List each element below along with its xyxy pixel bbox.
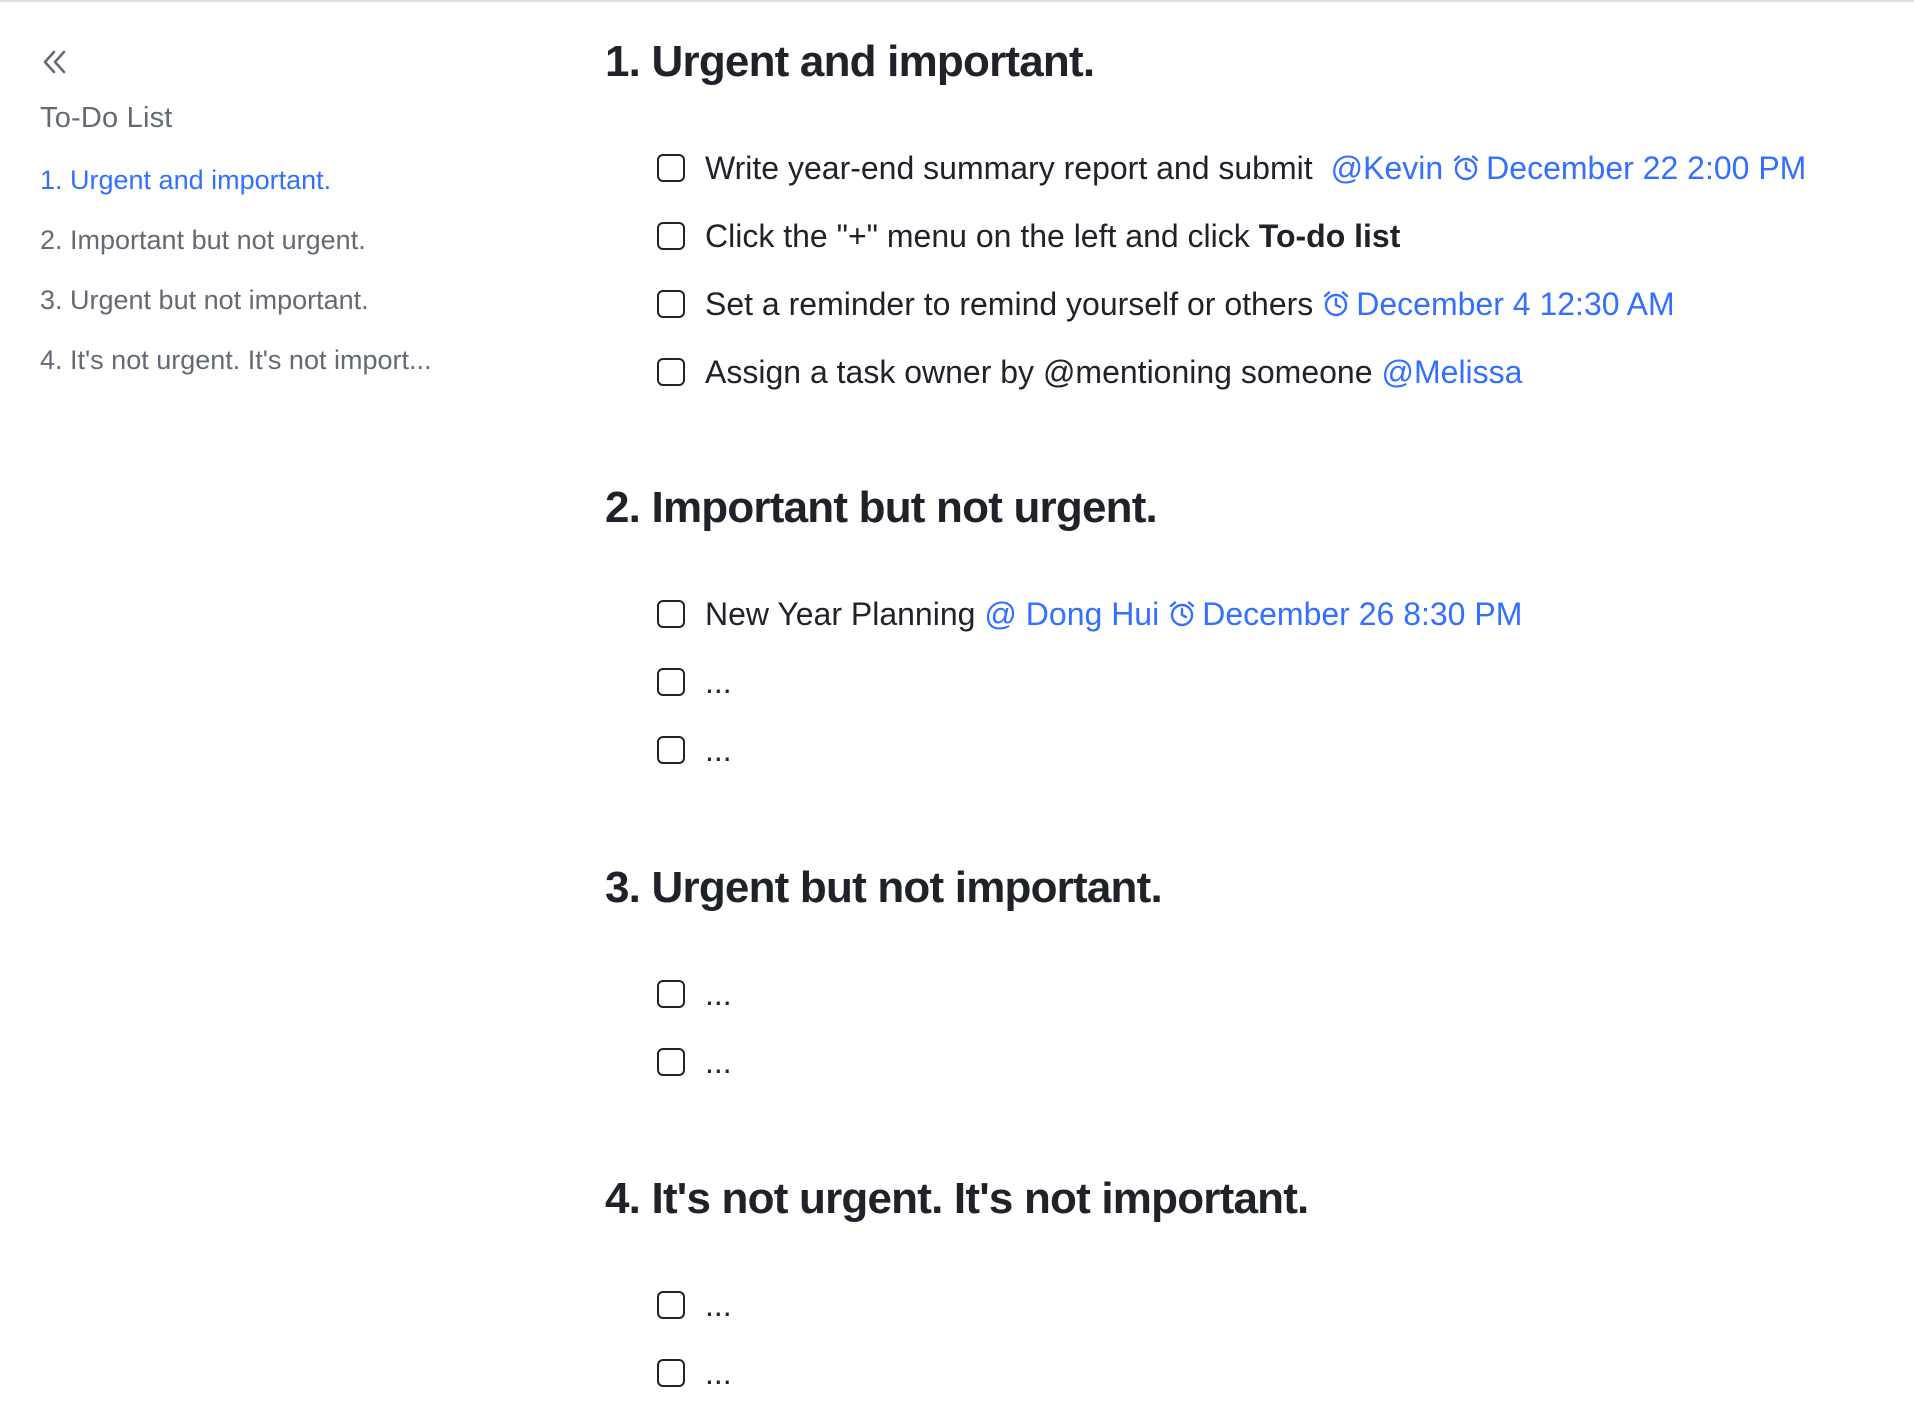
todo-text[interactable]: Assign a task owner by @mentioning someo… bbox=[705, 354, 1373, 391]
todo-text[interactable]: ... bbox=[705, 976, 732, 1013]
todo-checkbox[interactable] bbox=[657, 358, 685, 386]
document-body: 1. Urgent and important. Write year-end … bbox=[605, 0, 1885, 1420]
todo-item: New Year Planning @ Dong Hui December 26… bbox=[657, 592, 1522, 636]
section-urgent-important: 1. Urgent and important. Write year-end … bbox=[605, 34, 1885, 390]
todo-checkbox[interactable] bbox=[657, 1359, 685, 1387]
section-urgent-not-important: 3. Urgent but not important. ... ... bbox=[605, 860, 1885, 1080]
double-chevron-left-icon bbox=[43, 50, 66, 74]
todo-item: ... bbox=[657, 1283, 732, 1327]
reminder-chip[interactable]: December 4 12:30 AM bbox=[1322, 285, 1675, 323]
todo-checkbox[interactable] bbox=[657, 668, 685, 696]
todo-item: Set a reminder to remind yourself or oth… bbox=[657, 282, 1675, 326]
todo-item: Click the "+" menu on the left and click… bbox=[657, 214, 1400, 258]
todo-text[interactable]: ... bbox=[705, 1355, 732, 1392]
todo-text[interactable]: ... bbox=[705, 1287, 732, 1324]
todo-checkbox[interactable] bbox=[657, 154, 685, 182]
todo-item: Write year-end summary report and submit… bbox=[657, 146, 1806, 190]
section-not-urgent-not-important: 4. It's not urgent. It's not important. … bbox=[605, 1171, 1885, 1391]
alarm-clock-icon bbox=[1324, 291, 1349, 317]
outline-title: To-Do List bbox=[40, 102, 173, 134]
section-heading: 1. Urgent and important. bbox=[605, 37, 1095, 86]
todo-text[interactable]: Write year-end summary report and submit bbox=[705, 150, 1313, 187]
todo-text[interactable]: Set a reminder to remind yourself or oth… bbox=[705, 286, 1313, 323]
todo-item: ... bbox=[657, 1351, 732, 1395]
todo-item: Assign a task owner by @mentioning someo… bbox=[657, 350, 1522, 394]
todo-checkbox[interactable] bbox=[657, 980, 685, 1008]
section-heading: 4. It's not urgent. It's not important. bbox=[605, 1174, 1309, 1223]
alarm-clock-icon bbox=[1170, 601, 1195, 627]
outline-sidebar: To-Do List 1. Urgent and important. 2. I… bbox=[0, 0, 560, 1420]
reminder-chip[interactable]: December 22 2:00 PM bbox=[1452, 150, 1806, 187]
section-heading: 2. Important but not urgent. bbox=[605, 483, 1158, 532]
mention-chip[interactable]: @ Dong Hui bbox=[984, 596, 1159, 633]
todo-item: ... bbox=[657, 660, 732, 704]
todo-text[interactable]: ... bbox=[705, 1044, 732, 1081]
todo-item: ... bbox=[657, 1040, 732, 1084]
todo-item: ... bbox=[657, 728, 732, 772]
reminder-chip[interactable]: December 26 8:30 PM bbox=[1168, 596, 1522, 633]
todo-checkbox[interactable] bbox=[657, 1291, 685, 1319]
todo-text[interactable]: ... bbox=[705, 664, 732, 701]
outline-item-not-urgent-not-important[interactable]: 4. It's not urgent. It's not import... bbox=[40, 342, 500, 402]
todo-text[interactable]: ... bbox=[705, 732, 732, 769]
reminder-date: December 4 12:30 AM bbox=[1356, 285, 1675, 322]
todo-item: ... bbox=[657, 972, 732, 1016]
mention-chip[interactable]: @Kevin bbox=[1331, 150, 1444, 187]
outline-item-urgent-important[interactable]: 1. Urgent and important. bbox=[40, 162, 500, 222]
todo-text-bold: To-do list bbox=[1258, 217, 1401, 254]
outline-item-important-not-urgent[interactable]: 2. Important but not urgent. bbox=[40, 222, 500, 282]
outline-item-urgent-not-important[interactable]: 3. Urgent but not important. bbox=[40, 282, 500, 342]
todo-checkbox[interactable] bbox=[657, 736, 685, 764]
todo-checkbox[interactable] bbox=[657, 222, 685, 250]
todo-text[interactable]: Click the "+" menu on the left and click bbox=[705, 218, 1250, 255]
mention-chip[interactable]: @Melissa bbox=[1382, 354, 1523, 391]
outline-list: 1. Urgent and important. 2. Important bu… bbox=[40, 162, 500, 402]
reminder-date: December 26 8:30 PM bbox=[1202, 595, 1523, 632]
todo-checkbox[interactable] bbox=[657, 1048, 685, 1076]
section-important-not-urgent: 2. Important but not urgent. New Year Pl… bbox=[605, 480, 1885, 768]
section-heading: 3. Urgent but not important. bbox=[605, 863, 1163, 912]
collapse-sidebar-button[interactable] bbox=[36, 46, 72, 78]
todo-text[interactable]: New Year Planning bbox=[705, 596, 975, 633]
todo-checkbox[interactable] bbox=[657, 600, 685, 628]
reminder-date: December 22 2:00 PM bbox=[1486, 149, 1807, 186]
todo-checkbox[interactable] bbox=[657, 290, 685, 318]
alarm-clock-icon bbox=[1453, 155, 1479, 181]
